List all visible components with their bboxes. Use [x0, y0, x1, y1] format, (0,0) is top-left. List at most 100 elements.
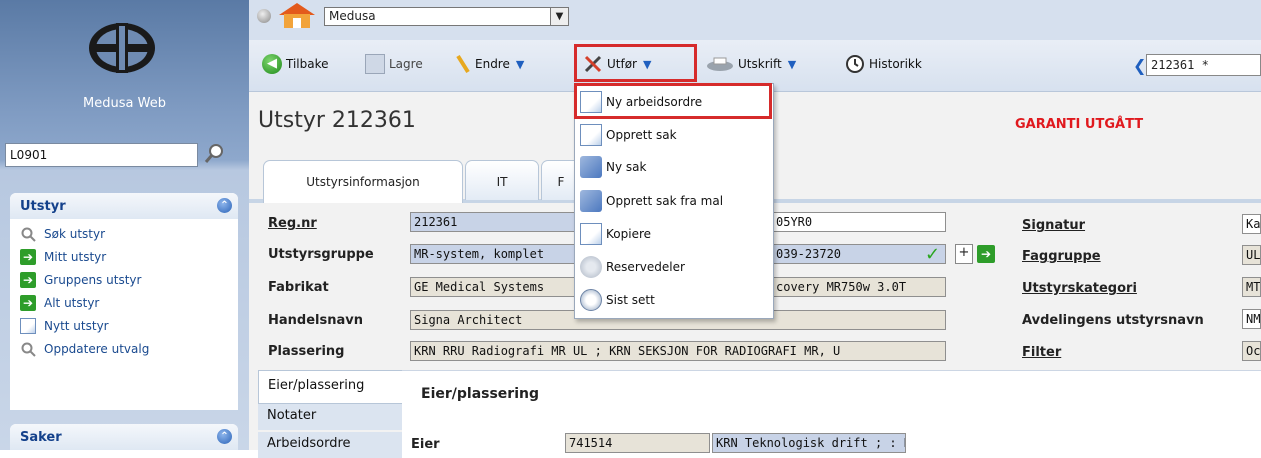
signatur-label[interactable]: Signatur: [1022, 218, 1085, 233]
warranty-status: GARANTI UTGÅTT: [1015, 117, 1144, 132]
signatur-field[interactable]: Ka: [1242, 214, 1261, 234]
menu-item-reservedeler[interactable]: Reservedeler: [575, 251, 775, 283]
clock-icon: [580, 289, 602, 311]
faggruppe-label[interactable]: Faggruppe: [1022, 249, 1101, 264]
sidebar-item-label: Alt utstyr: [44, 295, 100, 310]
clock-icon: [845, 54, 865, 74]
sidebar-item-label: Gruppens utstyr: [44, 272, 142, 287]
new-case-icon: [580, 156, 602, 178]
chevron-down-icon: ▼: [787, 57, 797, 71]
avdelingens-utstyrsnavn-label: Avdelingens utstyrsnavn: [1022, 313, 1204, 328]
add-button[interactable]: +: [955, 244, 973, 264]
sidebar-item-label: Mitt utstyr: [44, 249, 107, 264]
go-arrow-icon[interactable]: ➔: [977, 245, 995, 263]
history-button-label: Historikk: [869, 57, 922, 71]
sidebar-item-label: Søk utstyr: [44, 226, 106, 241]
record-nav-input[interactable]: 212361 *: [1146, 54, 1261, 76]
utstyr-panel-title: Utstyr: [20, 199, 66, 214]
search-icon[interactable]: [203, 141, 227, 165]
menu-item-highlight: [574, 83, 772, 119]
back-button[interactable]: ◀ Tilbake: [262, 52, 329, 76]
side-tab-notater[interactable]: Notater: [258, 404, 402, 430]
sidebar-item-gruppens-utstyr[interactable]: ➔ Gruppens utstyr: [10, 268, 238, 291]
collapse-icon[interactable]: ⌃: [217, 198, 232, 213]
tab-it[interactable]: IT: [465, 160, 539, 200]
save-button-label: Lagre: [389, 57, 423, 71]
template-case-icon: [580, 190, 602, 212]
menu-item-opprett-sak-fra-mal[interactable]: Opprett sak fra mal: [575, 185, 775, 217]
menu-item-label: Opprett sak: [606, 128, 677, 142]
menu-item-kopiere[interactable]: Kopiere: [575, 218, 775, 250]
utstyr-panel-header[interactable]: Utstyr ⌃: [10, 193, 238, 219]
utstyrskategori-label[interactable]: Utstyrskategori: [1022, 281, 1137, 296]
sidebar-item-nytt-utstyr[interactable]: Nytt utstyr: [10, 314, 238, 337]
fabrikat-field-2[interactable]: covery MR750w 3.0T: [772, 277, 946, 297]
side-tab-arbeidsordre[interactable]: Arbeidsordre: [258, 432, 402, 458]
saker-panel-header[interactable]: Saker ⌃: [10, 424, 238, 450]
saker-panel: Saker ⌃: [10, 424, 238, 450]
document-icon: [20, 317, 36, 334]
copy-icon: [580, 223, 602, 245]
home-icon[interactable]: [275, 2, 319, 28]
save-button[interactable]: Lagre: [365, 52, 423, 76]
sidebar-item-alt-utstyr[interactable]: ➔ Alt utstyr: [10, 291, 238, 314]
sidebar-item-mitt-utstyr[interactable]: ➔ Mitt utstyr: [10, 245, 238, 268]
eier-field[interactable]: 741514: [565, 433, 710, 453]
gear-icon: [580, 256, 602, 278]
tab-label: Utstyrsinformasjon: [306, 175, 420, 189]
regnr-field-2[interactable]: 05YR0: [772, 212, 946, 232]
saker-panel-title: Saker: [20, 430, 62, 445]
green-arrow-icon: ➔: [20, 248, 36, 265]
page-title: Utstyr 212361: [258, 108, 416, 133]
menu-item-label: Opprett sak fra mal: [606, 194, 724, 208]
menu-item-opprett-sak[interactable]: Opprett sak: [575, 119, 775, 151]
checkmark-icon: ✓: [925, 244, 941, 265]
sidebar-search-input[interactable]: L0901: [5, 143, 198, 167]
plassering-field[interactable]: KRN RRU Radiografi MR UL ; KRN SEKSJON F…: [410, 341, 946, 361]
tab-utstyrsinformasjon[interactable]: Utstyrsinformasjon: [263, 160, 463, 203]
app-name: Medusa Web: [83, 96, 166, 111]
filter-label[interactable]: Filter: [1022, 345, 1061, 360]
magnifier-icon: [21, 227, 36, 242]
edit-button-label: Endre: [475, 57, 510, 71]
print-button[interactable]: Utskrift ▼: [706, 52, 796, 76]
module-select[interactable]: Medusa ▼: [324, 7, 569, 26]
utstyrsgruppe-field-2[interactable]: 039-23720: [772, 244, 946, 264]
utstyrskategori-field[interactable]: MT: [1242, 277, 1261, 297]
edit-button[interactable]: Endre ▼: [455, 52, 524, 76]
print-icon: [706, 54, 734, 74]
menu-item-sist-sett[interactable]: Sist sett: [575, 284, 775, 316]
chevron-left-icon[interactable]: ❮: [1133, 56, 1146, 75]
floppy-icon: [365, 54, 385, 74]
menu-item-label: Kopiere: [606, 227, 651, 241]
regnr-label[interactable]: Reg.nr: [268, 216, 317, 231]
menu-item-ny-sak[interactable]: Ny sak: [575, 151, 775, 183]
fabrikat-label: Fabrikat: [268, 280, 329, 295]
back-circle-icon[interactable]: [257, 9, 271, 23]
filter-field[interactable]: Oc: [1242, 341, 1261, 361]
document-icon: [580, 124, 602, 146]
execute-highlight: [574, 44, 697, 82]
sidebar-item-oppdatere-utvalg[interactable]: Oppdatere utvalg: [10, 337, 238, 360]
collapse-icon[interactable]: ⌃: [217, 429, 232, 444]
plassering-label: Plassering: [268, 344, 345, 359]
utstyrsgruppe-label: Utstyrsgruppe: [268, 247, 374, 262]
faggruppe-field[interactable]: UL: [1242, 245, 1261, 265]
sidebar-item-label: Nytt utstyr: [44, 318, 109, 333]
side-tab-eier-plassering[interactable]: Eier/plassering: [258, 370, 402, 404]
sidebar-item-label: Oppdatere utvalg: [44, 341, 150, 356]
utstyrsgruppe-field[interactable]: MR-system, komplet: [410, 244, 582, 264]
chevron-down-icon: ▼: [515, 57, 525, 71]
menu-item-label: Sist sett: [606, 293, 655, 307]
chevron-down-icon[interactable]: ▼: [550, 8, 568, 25]
back-arrow-icon: ◀: [262, 54, 282, 74]
fabrikat-field[interactable]: GE Medical Systems: [410, 277, 582, 297]
regnr-field[interactable]: 212361: [410, 212, 582, 232]
tab-label: IT: [496, 175, 508, 189]
eier-description-field[interactable]: KRN Teknologisk drift ; : KRN AVDELING F…: [712, 433, 906, 453]
menu-item-label: Ny sak: [606, 160, 647, 174]
history-button[interactable]: Historikk: [845, 52, 922, 76]
avdelingens-utstyrsnavn-field[interactable]: NM: [1242, 309, 1261, 329]
menu-item-label: Reservedeler: [606, 260, 685, 274]
sidebar-item-sok-utstyr[interactable]: Søk utstyr: [10, 222, 238, 245]
